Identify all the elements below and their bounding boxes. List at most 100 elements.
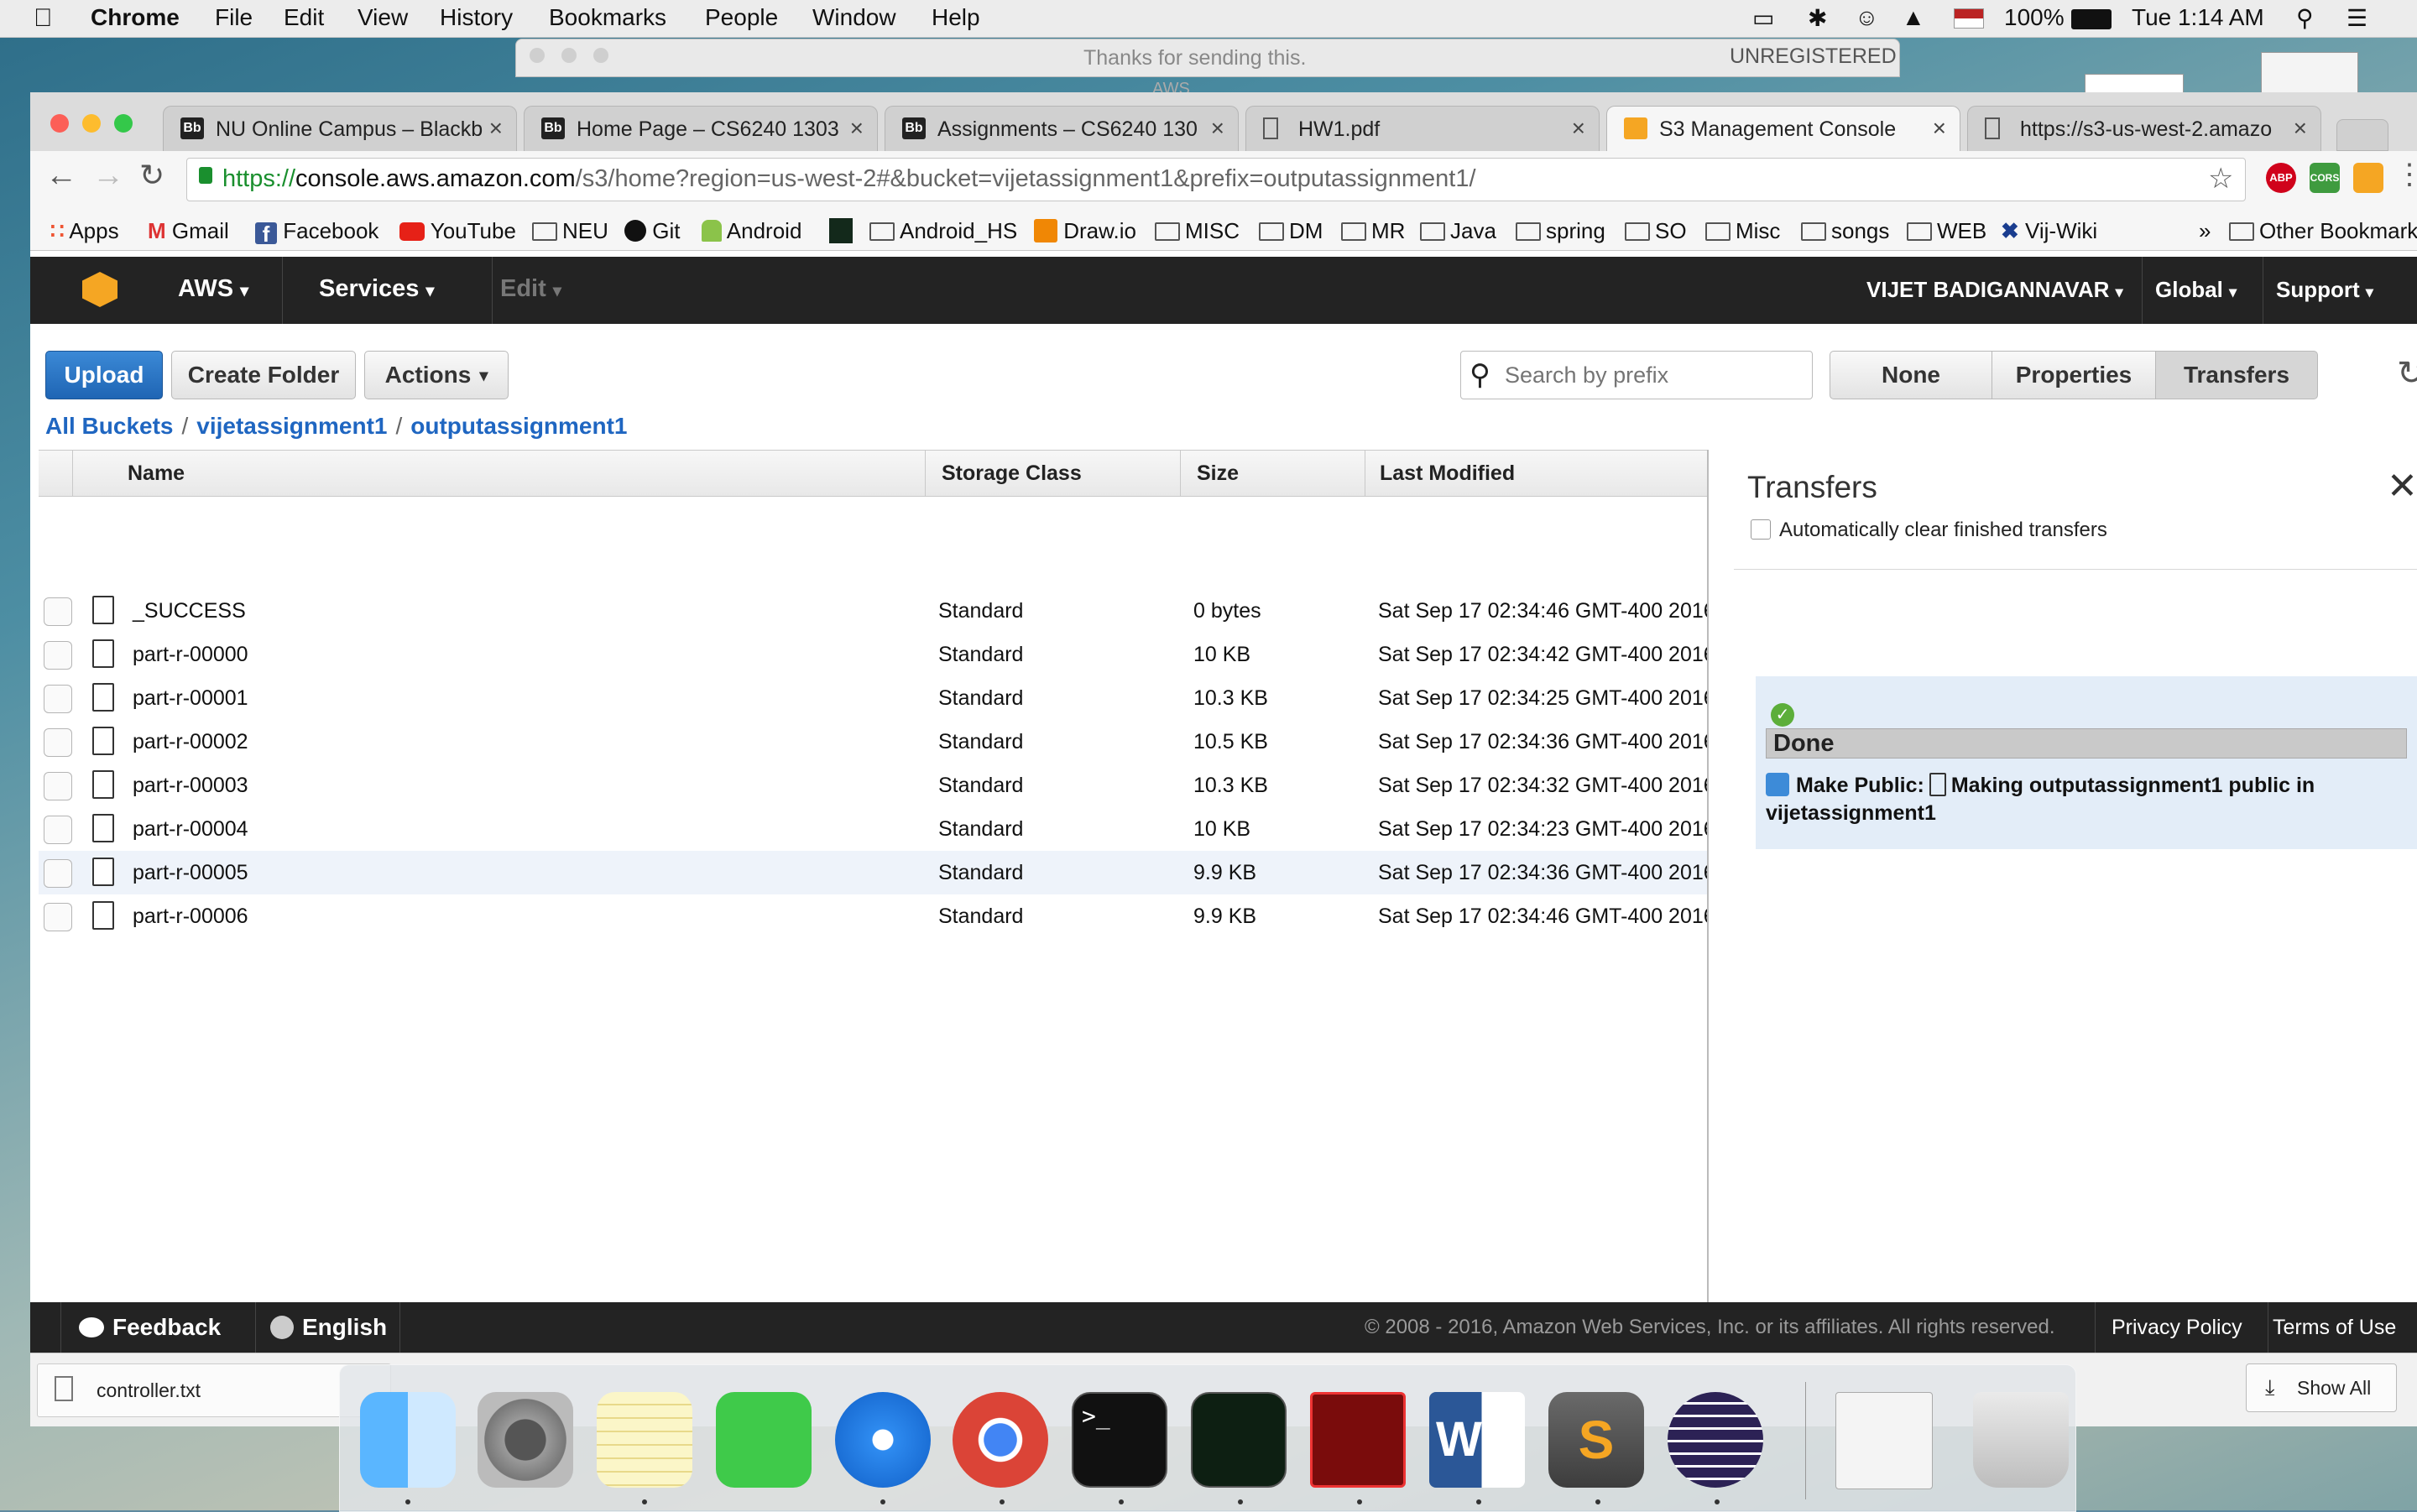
- menu-window[interactable]: Window: [812, 4, 896, 31]
- window-zoom-icon[interactable]: [593, 48, 608, 63]
- row-checkbox[interactable]: [44, 816, 72, 844]
- bookmark-folder-misc-upper[interactable]: MISC: [1155, 218, 1240, 244]
- object-name[interactable]: part-r-00000: [133, 643, 248, 667]
- airplay-icon[interactable]: ▭: [1752, 4, 1774, 32]
- address-bar[interactable]: https://console.aws.amazon.com/s3/home?r…: [186, 158, 2246, 201]
- services-menu[interactable]: Services ▾: [319, 275, 434, 303]
- menu-people[interactable]: People: [705, 4, 778, 31]
- column-last-modified[interactable]: Last Modified: [1380, 461, 1515, 486]
- window-minimize-icon[interactable]: [561, 48, 577, 63]
- bookmark-git[interactable]: Git: [624, 218, 680, 244]
- row-checkbox[interactable]: [44, 772, 72, 800]
- eclipse-icon[interactable]: [1668, 1392, 1763, 1488]
- table-row[interactable]: part-r-00000 Standard 10 KB Sat Sep 17 0…: [39, 633, 1715, 676]
- window-close-icon[interactable]: [50, 114, 69, 133]
- bookmark-folder-android-hs[interactable]: Android_HS: [869, 218, 1017, 244]
- table-row[interactable]: part-r-00005 Standard 9.9 KB Sat Sep 17 …: [39, 851, 1715, 894]
- menu-history[interactable]: History: [440, 4, 513, 31]
- object-name[interactable]: part-r-00005: [133, 861, 248, 885]
- forward-arrow-icon[interactable]: →: [92, 158, 124, 194]
- menu-app-name[interactable]: Chrome: [91, 4, 180, 31]
- menu-edit[interactable]: Edit: [284, 4, 324, 31]
- bookmark-facebook[interactable]: f Facebook: [255, 218, 378, 246]
- bookmark-other-bookmarks[interactable]: Other Bookmarks: [2229, 218, 2417, 244]
- sublime-text-icon[interactable]: S: [1548, 1392, 1644, 1488]
- wifi-icon[interactable]: ▲: [1902, 4, 1925, 31]
- row-checkbox[interactable]: [44, 685, 72, 713]
- column-name[interactable]: Name: [128, 461, 185, 486]
- actions-dropdown[interactable]: Actions ▾: [364, 351, 509, 399]
- new-tab-button[interactable]: [2336, 119, 2388, 151]
- adblock-extension-icon[interactable]: ABP: [2266, 163, 2296, 193]
- breadcrumb-bucket[interactable]: vijetassignment1: [196, 413, 387, 439]
- bookmark-folder-web[interactable]: WEB: [1907, 218, 1986, 244]
- bookmark-folder-java[interactable]: Java: [1420, 218, 1496, 244]
- activity-monitor-icon[interactable]: [1191, 1392, 1287, 1488]
- bookmark-folder-dm[interactable]: DM: [1259, 218, 1323, 244]
- row-checkbox[interactable]: [44, 903, 72, 931]
- aws-menu[interactable]: AWS ▾: [178, 275, 248, 303]
- auto-clear-checkbox[interactable]: Automatically clear finished transfers: [1751, 519, 2107, 542]
- accessibility-icon[interactable]: ☺: [1855, 4, 1879, 31]
- checkbox-box[interactable]: [1751, 519, 1771, 540]
- facetime-icon[interactable]: [716, 1392, 812, 1488]
- bookmark-folder-spring[interactable]: spring: [1516, 218, 1605, 244]
- tab-blackboard-campus[interactable]: Bb NU Online Campus – Blackb ×: [163, 106, 517, 152]
- bookmark-folder-misc[interactable]: Misc: [1705, 218, 1780, 244]
- menu-help[interactable]: Help: [932, 4, 980, 31]
- table-row[interactable]: part-r-00006 Standard 9.9 KB Sat Sep 17 …: [39, 894, 1715, 938]
- view-none-button[interactable]: None: [1830, 351, 1992, 399]
- support-menu[interactable]: Support ▾: [2276, 277, 2373, 303]
- upload-button[interactable]: Upload: [45, 351, 163, 399]
- object-name[interactable]: part-r-00001: [133, 686, 248, 711]
- table-row[interactable]: part-r-00003 Standard 10.3 KB Sat Sep 17…: [39, 764, 1715, 807]
- us-flag-icon[interactable]: [1954, 8, 1984, 29]
- tab-cs6240-home[interactable]: Bb Home Page – CS6240 1303 ×: [524, 106, 878, 152]
- menu-view[interactable]: View: [358, 4, 408, 31]
- bookmark-folder-songs[interactable]: songs: [1801, 218, 1889, 244]
- notification-center-icon[interactable]: ☰: [2347, 4, 2367, 32]
- table-row[interactable]: part-r-00002 Standard 10.5 KB Sat Sep 17…: [39, 720, 1715, 764]
- row-checkbox[interactable]: [44, 641, 72, 670]
- battery-icon[interactable]: [2071, 9, 2112, 29]
- back-arrow-icon[interactable]: ←: [45, 158, 77, 194]
- row-checkbox[interactable]: [44, 859, 72, 888]
- breadcrumb-all-buckets[interactable]: All Buckets: [45, 413, 174, 439]
- object-name[interactable]: _SUCCESS: [133, 599, 246, 623]
- create-folder-button[interactable]: Create Folder: [171, 351, 356, 399]
- chrome-icon[interactable]: [953, 1392, 1048, 1488]
- show-all-downloads-button[interactable]: ⤓ Show All: [2246, 1363, 2397, 1412]
- tab-close-icon[interactable]: ×: [489, 115, 503, 142]
- view-properties-button[interactable]: Properties: [1992, 351, 2156, 399]
- adobe-acrobat-icon[interactable]: [1310, 1392, 1406, 1488]
- finder-icon[interactable]: [360, 1392, 456, 1488]
- terms-of-use-link[interactable]: Terms of Use: [2273, 1316, 2396, 1340]
- column-storage-class[interactable]: Storage Class: [942, 461, 1082, 486]
- trash-icon[interactable]: [1973, 1392, 2069, 1488]
- column-size[interactable]: Size: [1197, 461, 1239, 486]
- cors-extension-icon[interactable]: CORS: [2310, 163, 2340, 193]
- bookmark-drawio[interactable]: Draw.io: [1034, 218, 1136, 244]
- tab-s3-console[interactable]: S3 Management Console ×: [1606, 106, 1960, 152]
- spotlight-search-icon[interactable]: ⚲: [2296, 4, 2314, 32]
- menubar-clock[interactable]: Tue 1:14 AM: [2132, 4, 2264, 31]
- search-by-prefix-field[interactable]: ⚲: [1460, 351, 1813, 399]
- tab-close-icon[interactable]: ×: [1211, 115, 1224, 142]
- bookmark-youtube[interactable]: YouTube: [399, 218, 516, 244]
- language-selector[interactable]: English: [270, 1314, 387, 1341]
- tab-cs6240-assignments[interactable]: Bb Assignments – CS6240 130 ×: [885, 106, 1239, 152]
- table-row[interactable]: part-r-00004 Standard 10 KB Sat Sep 17 0…: [39, 807, 1715, 851]
- tab-hw1-pdf[interactable]: HW1.pdf ×: [1245, 106, 1600, 152]
- bookmark-star-icon[interactable]: ☆: [2208, 162, 2233, 196]
- window-zoom-icon[interactable]: [114, 114, 133, 133]
- account-menu[interactable]: VIJET BADIGANNAVAR ▾: [1866, 277, 2123, 303]
- bookmark-vij-wiki[interactable]: ✖ Vij-Wiki: [2001, 218, 2097, 244]
- window-close-icon[interactable]: [530, 48, 545, 63]
- tab-close-icon[interactable]: ×: [2294, 115, 2307, 142]
- breadcrumb-folder[interactable]: outputassignment1: [410, 413, 627, 439]
- apple-icon[interactable]: : [34, 4, 53, 33]
- preview-document-icon[interactable]: [1835, 1392, 1933, 1489]
- close-icon[interactable]: ✕: [2387, 465, 2417, 508]
- download-item[interactable]: controller.txt: [37, 1363, 391, 1417]
- bookmark-leaf[interactable]: [829, 218, 853, 244]
